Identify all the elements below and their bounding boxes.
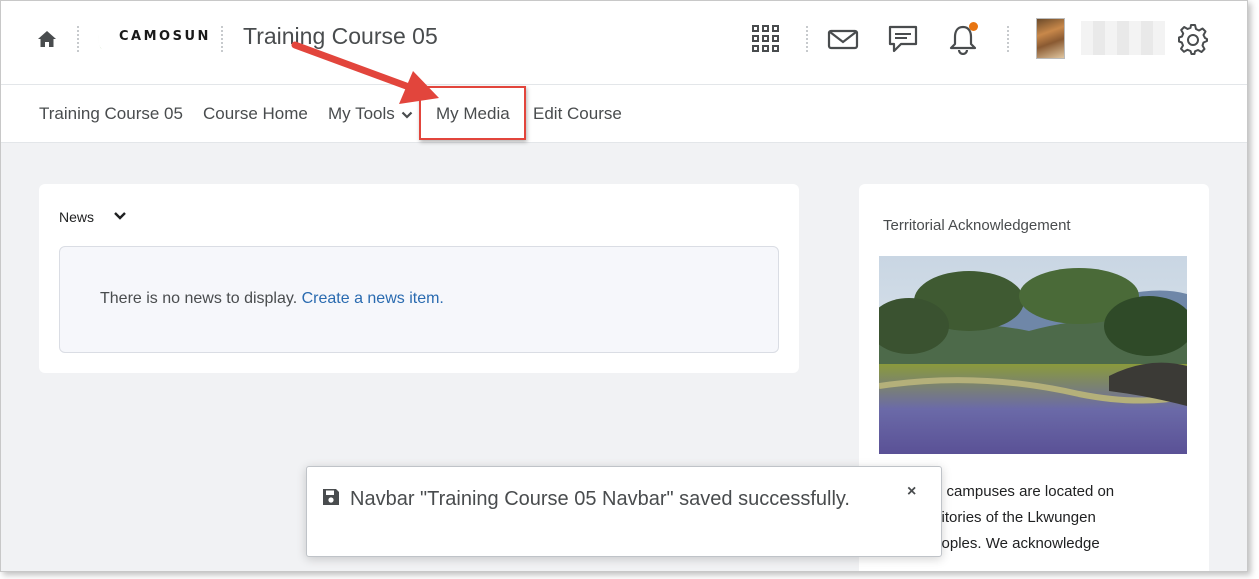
browser-frame: CAMOSUN Training Course 05 Training Cour… bbox=[0, 0, 1248, 572]
waffle-icon[interactable] bbox=[750, 23, 782, 55]
nav-item-training-course[interactable]: Training Course 05 bbox=[39, 104, 183, 124]
mail-icon[interactable] bbox=[827, 23, 859, 55]
news-empty-panel: There is no news to display. Create a ne… bbox=[59, 246, 779, 353]
header-separator bbox=[1007, 26, 1009, 52]
news-title: News bbox=[59, 209, 95, 225]
header: CAMOSUN Training Course 05 bbox=[1, 1, 1247, 85]
gear-icon[interactable] bbox=[1177, 23, 1209, 55]
toast-message: Navbar "Training Course 05 Navbar" saved… bbox=[350, 488, 850, 510]
username-redacted[interactable] bbox=[1081, 21, 1165, 55]
annotation-arrow bbox=[291, 41, 439, 104]
notification-dot bbox=[969, 22, 978, 31]
news-empty-message: There is no news to display. Create a ne… bbox=[100, 290, 444, 308]
landscape-image bbox=[879, 256, 1187, 454]
chat-icon[interactable] bbox=[887, 23, 919, 55]
news-empty-text: There is no news to display. bbox=[100, 290, 298, 307]
header-separator bbox=[221, 26, 223, 52]
news-widget: News There is no news to display. Create… bbox=[39, 184, 799, 373]
header-separator bbox=[806, 26, 808, 52]
logo-text: CAMOSUN bbox=[119, 29, 211, 44]
save-toast: Navbar "Training Course 05 Navbar" saved… bbox=[306, 466, 942, 557]
avatar[interactable] bbox=[1036, 18, 1065, 59]
chevron-down-icon[interactable] bbox=[113, 210, 127, 222]
territorial-title: Territorial Acknowledgement bbox=[883, 217, 1071, 234]
close-icon[interactable]: × bbox=[907, 483, 916, 501]
header-separator bbox=[77, 26, 79, 52]
create-news-link[interactable]: Create a news item. bbox=[302, 290, 444, 307]
home-icon[interactable] bbox=[37, 29, 57, 49]
save-icon bbox=[323, 489, 339, 505]
course-navbar: Training Course 05 Course Home My Tools … bbox=[1, 85, 1247, 143]
nav-item-edit-course[interactable]: Edit Course bbox=[533, 104, 622, 124]
